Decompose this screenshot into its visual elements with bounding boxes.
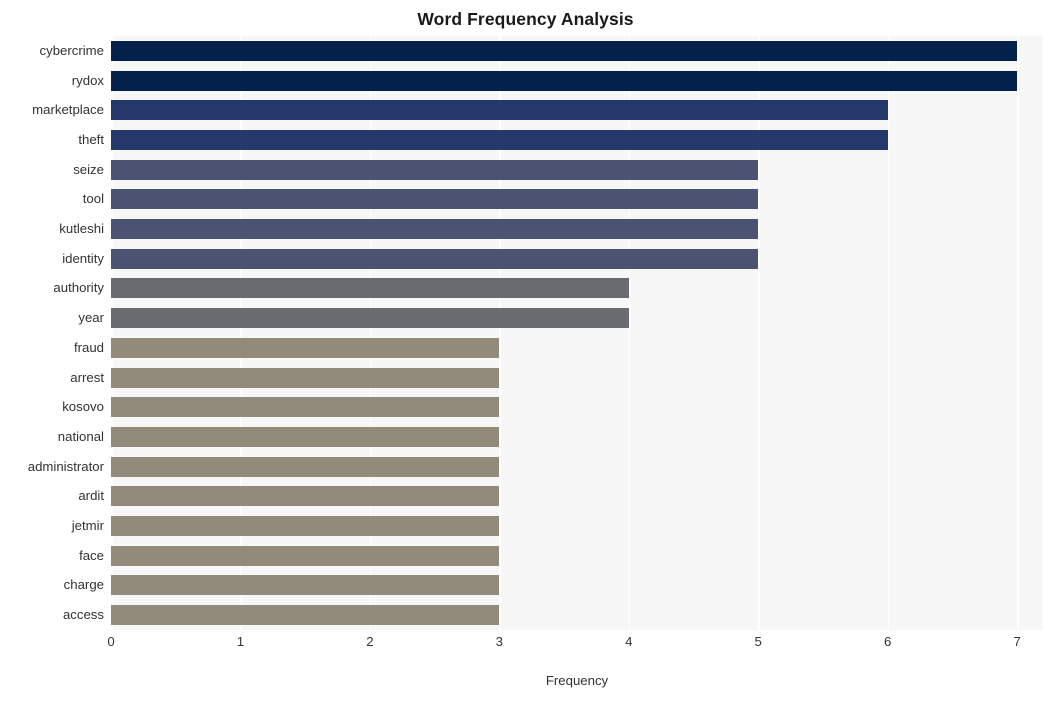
gridline-x-2 bbox=[369, 36, 372, 630]
bar-kosovo[interactable] bbox=[111, 397, 500, 418]
x-axis-tick-labels: 0 1 2 3 4 5 6 7 bbox=[107, 633, 1043, 653]
y-tick-label-kosovo: kosovo bbox=[62, 399, 104, 415]
y-tick-label-rydox: rydox bbox=[71, 72, 104, 88]
y-tick-label-arrest: arrest bbox=[70, 369, 104, 385]
x-tick-label-5: 5 bbox=[754, 634, 762, 649]
y-tick-label-ardit: ardit bbox=[78, 488, 104, 504]
x-tick-label-2: 2 bbox=[366, 634, 374, 649]
bar-national[interactable] bbox=[111, 426, 500, 447]
y-tick-label-cybercrime: cybercrime bbox=[39, 42, 104, 58]
y-tick-label-tool: tool bbox=[82, 191, 104, 207]
y-tick-label-administrator: administrator bbox=[27, 458, 104, 474]
y-tick-label-seize: seize bbox=[73, 161, 104, 177]
y-tick-label-theft: theft bbox=[78, 131, 104, 147]
x-tick-label-4: 4 bbox=[625, 634, 633, 649]
y-tick-label-year: year bbox=[78, 310, 104, 326]
bar-jetmir[interactable] bbox=[111, 516, 500, 537]
x-tick-label-1: 1 bbox=[236, 634, 245, 649]
y-tick-label-fraud: fraud bbox=[73, 339, 104, 355]
bar-ardit[interactable] bbox=[111, 486, 500, 507]
gridline-x-7 bbox=[1017, 36, 1019, 630]
gridline-x-0 bbox=[111, 36, 113, 630]
bar-tool[interactable] bbox=[111, 189, 759, 210]
bar-theft[interactable] bbox=[111, 129, 888, 150]
bar-rydox[interactable] bbox=[111, 70, 1018, 91]
bar-administrator[interactable] bbox=[111, 456, 500, 477]
y-tick-label-kutleshi: kutleshi bbox=[59, 221, 104, 237]
y-tick-label-access: access bbox=[62, 607, 104, 623]
x-tick-label-7: 7 bbox=[1013, 634, 1021, 649]
gridline-x-6 bbox=[887, 36, 890, 630]
y-tick-label-identity: identity bbox=[62, 250, 104, 266]
word-frequency-chart: Word Frequency Analysis cybercrime rydox m… bbox=[0, 0, 1051, 701]
bar-kutleshi[interactable] bbox=[111, 219, 759, 240]
y-tick-label-marketplace: marketplace bbox=[32, 102, 104, 118]
bar-year[interactable] bbox=[111, 308, 629, 329]
gridline-x-3 bbox=[499, 36, 501, 630]
y-tick-label-authority: authority bbox=[53, 280, 104, 296]
bar-face[interactable] bbox=[111, 545, 500, 566]
x-tick-label-3: 3 bbox=[495, 634, 503, 649]
plot-area bbox=[111, 36, 1043, 630]
chart-title: Word Frequency Analysis bbox=[417, 9, 634, 29]
bar-identity[interactable] bbox=[111, 248, 759, 269]
gridline-x-1 bbox=[240, 36, 243, 630]
bar-fraud[interactable] bbox=[111, 337, 500, 358]
y-tick-label-jetmir: jetmir bbox=[71, 518, 104, 534]
gridline-x-4 bbox=[628, 36, 631, 630]
bar-marketplace[interactable] bbox=[111, 100, 888, 121]
bar-access[interactable] bbox=[111, 605, 500, 626]
bar-authority[interactable] bbox=[111, 278, 629, 299]
y-tick-label-face: face bbox=[79, 547, 104, 563]
gridline-x-5 bbox=[758, 36, 760, 630]
bar-seize[interactable] bbox=[111, 159, 759, 180]
bar-cybercrime[interactable] bbox=[111, 40, 1018, 61]
bar-arrest[interactable] bbox=[111, 367, 500, 388]
y-axis-tick-labels: cybercrime rydox marketplace theft seize tool… bbox=[0, 36, 104, 630]
x-tick-label-0: 0 bbox=[107, 634, 115, 649]
y-tick-label-charge: charge bbox=[63, 577, 104, 593]
x-tick-label-6: 6 bbox=[883, 634, 892, 649]
x-axis-label: Frequency bbox=[545, 673, 609, 688]
y-tick-label-national: national bbox=[57, 428, 104, 444]
bar-charge[interactable] bbox=[111, 575, 500, 596]
